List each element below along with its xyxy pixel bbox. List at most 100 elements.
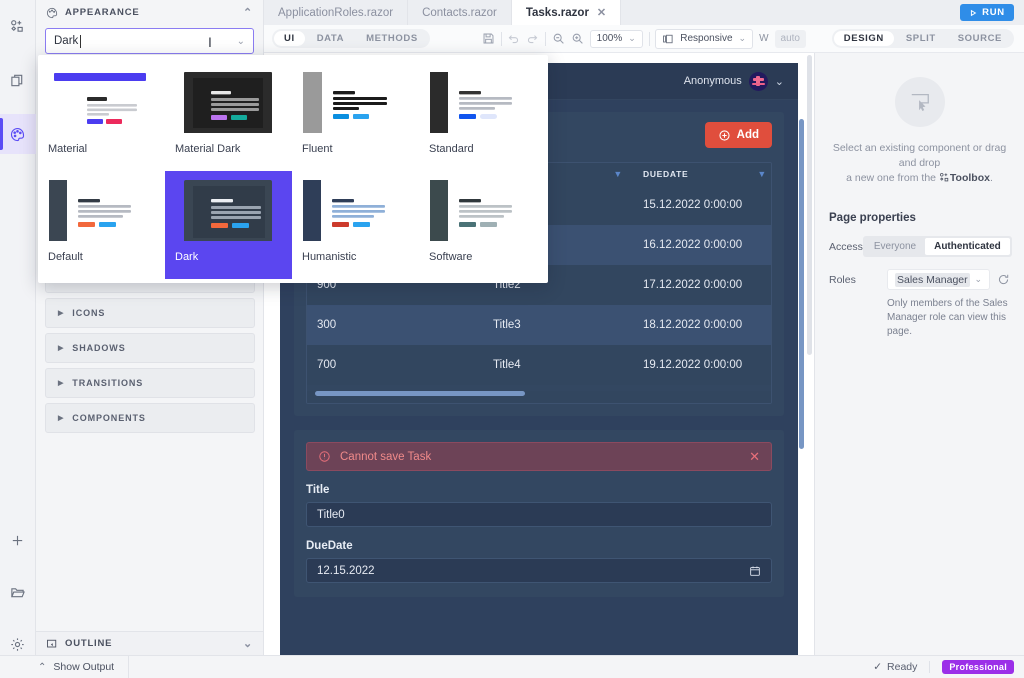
section-components[interactable]: ▶ COMPONENTS xyxy=(45,403,255,433)
tab-contacts[interactable]: Contacts.razor xyxy=(408,0,512,25)
chevron-up-icon[interactable]: ⌃ xyxy=(243,6,253,19)
table-row[interactable]: 300 Title3 18.12.2022 0:00:00 xyxy=(307,305,771,345)
text-caret xyxy=(80,35,81,48)
theme-option-material[interactable]: Material xyxy=(38,63,165,171)
appearance-icon[interactable] xyxy=(0,114,36,154)
theme-label: Dark xyxy=(175,251,282,263)
tab-tasks[interactable]: Tasks.razor ✕ xyxy=(512,0,621,25)
roles-row: Roles Sales Manager ⌄ xyxy=(829,269,1010,290)
preview-vertical-scrollbar[interactable] xyxy=(799,119,804,449)
pages-icon[interactable] xyxy=(0,60,36,100)
section-label: COMPONENTS xyxy=(72,413,146,423)
section-icons[interactable]: ▶ ICONS xyxy=(45,298,255,328)
filter-icon[interactable]: ▼ xyxy=(757,169,767,179)
view-design[interactable]: DESIGN xyxy=(834,31,894,46)
add-icon[interactable] xyxy=(0,520,36,560)
theme-label: Humanistic xyxy=(302,251,409,263)
title-input[interactable]: Title0 xyxy=(306,502,772,527)
section-shadows[interactable]: ▶ SHADOWS xyxy=(45,333,255,363)
outline-panel-header[interactable]: OUTLINE ⌄ xyxy=(36,631,264,655)
add-button-label: Add xyxy=(737,129,759,141)
theme-label: Material xyxy=(48,143,155,155)
avatar[interactable] xyxy=(749,72,768,91)
cell-title: Title3 xyxy=(483,319,633,331)
theme-thumbnail-material xyxy=(48,71,155,139)
editor-toolbar: UI DATA METHODS xyxy=(264,25,814,53)
theme-option-material-dark[interactable]: Material Dark xyxy=(165,63,292,171)
theme-grid: Material Material Dark xyxy=(38,63,548,279)
duedate-input[interactable]: 12.15.2022 xyxy=(306,558,772,583)
theme-thumbnail-dark xyxy=(175,179,282,247)
mode-methods[interactable]: METHODS xyxy=(356,31,428,46)
chevron-down-icon[interactable]: ⌄ xyxy=(775,75,784,88)
theme-thumbnail-humanistic xyxy=(302,179,409,247)
theme-option-default[interactable]: Default xyxy=(38,171,165,279)
tab-applicationroles[interactable]: ApplicationRoles.razor xyxy=(264,0,408,25)
close-icon[interactable]: ✕ xyxy=(749,449,760,465)
access-authenticated[interactable]: Authenticated xyxy=(925,238,1010,255)
theme-select-input[interactable]: Dark I ⌄ xyxy=(45,28,254,54)
chevron-down-icon[interactable]: ⌄ xyxy=(237,36,245,47)
canvas-scrollbar[interactable] xyxy=(807,55,812,653)
device-value: Responsive xyxy=(680,33,732,44)
mouse-text-cursor: I xyxy=(206,34,214,50)
triangle-right-icon: ▶ xyxy=(58,379,64,387)
redo-icon[interactable] xyxy=(526,29,539,49)
cell-quantity: 700 xyxy=(307,359,483,371)
empty-line-1: Select an existing component or drag and… xyxy=(833,142,1006,169)
section-transitions[interactable]: ▶ TRANSITIONS xyxy=(45,368,255,398)
roles-select[interactable]: Sales Manager ⌄ xyxy=(887,269,990,290)
theme-label: Software xyxy=(429,251,536,263)
access-everyone[interactable]: Everyone xyxy=(865,238,925,255)
run-button[interactable]: RUN xyxy=(960,4,1014,21)
appearance-panel-header[interactable]: APPEARANCE ⌃ xyxy=(36,0,263,25)
app-root: APPEARANCE ⌃ Dark I ⌄ ▶ BACKGROUNDS ▶ BO… xyxy=(0,0,1024,678)
status-ready: ✓ Ready xyxy=(873,661,917,673)
tab-label: Contacts.razor xyxy=(422,7,497,19)
grid-header-cell-3[interactable]: DUEDATE ▼ xyxy=(633,169,772,179)
device-select[interactable]: Responsive ⌄ xyxy=(655,29,753,49)
table-row[interactable]: 700 Title4 19.12.2022 0:00:00 xyxy=(307,345,771,385)
theme-option-software[interactable]: Software xyxy=(419,171,546,279)
toolbox-icon[interactable] xyxy=(0,6,36,46)
access-row: Access Everyone Authenticated xyxy=(829,236,1010,257)
empty-state-text: Select an existing component or drag and… xyxy=(829,141,1010,186)
save-icon[interactable] xyxy=(482,29,495,49)
select-component-icon xyxy=(895,77,945,127)
theme-option-standard[interactable]: Standard xyxy=(419,63,546,171)
chevron-down-icon[interactable]: ⌄ xyxy=(243,637,253,650)
zoom-out-icon[interactable] xyxy=(552,29,565,49)
triangle-right-icon: ▶ xyxy=(58,309,64,317)
roles-label: Roles xyxy=(829,274,887,286)
view-split[interactable]: SPLIT xyxy=(896,31,946,46)
mode-ui[interactable]: UI xyxy=(274,31,305,46)
zoom-in-icon[interactable] xyxy=(571,29,584,49)
open-folder-icon[interactable] xyxy=(0,572,36,612)
theme-option-fluent[interactable]: Fluent xyxy=(292,63,419,171)
grid-horizontal-scrollbar[interactable] xyxy=(315,391,525,396)
calendar-icon[interactable] xyxy=(749,565,761,577)
cell-duedate: 16.12.2022 0:00:00 xyxy=(633,239,772,251)
outline-label: OUTLINE xyxy=(65,638,112,649)
editor-mode-switch: UI DATA METHODS xyxy=(272,29,430,48)
refresh-icon[interactable] xyxy=(997,273,1010,286)
view-source[interactable]: SOURCE xyxy=(948,31,1012,46)
zoom-level-select[interactable]: 100% ⌄ xyxy=(590,30,643,48)
theme-thumbnail-default xyxy=(48,179,155,247)
add-button[interactable]: Add xyxy=(705,122,772,148)
filter-icon[interactable]: ▼ xyxy=(613,169,623,179)
show-output-button[interactable]: ⌃ Show Output xyxy=(38,656,129,678)
title-label: Title xyxy=(306,484,772,496)
cell-duedate: 19.12.2022 0:00:00 xyxy=(633,359,772,371)
theme-option-dark[interactable]: Dark xyxy=(165,171,292,279)
theme-label: Fluent xyxy=(302,143,409,155)
theme-picker-popup[interactable]: Material Material Dark xyxy=(38,55,548,283)
triangle-right-icon: ▶ xyxy=(58,414,64,422)
undo-icon[interactable] xyxy=(507,29,520,49)
theme-option-humanistic[interactable]: Humanistic xyxy=(292,171,419,279)
chevron-up-icon: ⌃ xyxy=(38,662,46,673)
close-icon[interactable]: ✕ xyxy=(597,6,606,19)
edition-badge[interactable]: Professional xyxy=(942,660,1014,674)
mode-data[interactable]: DATA xyxy=(307,31,354,46)
width-input[interactable]: auto xyxy=(775,30,806,48)
